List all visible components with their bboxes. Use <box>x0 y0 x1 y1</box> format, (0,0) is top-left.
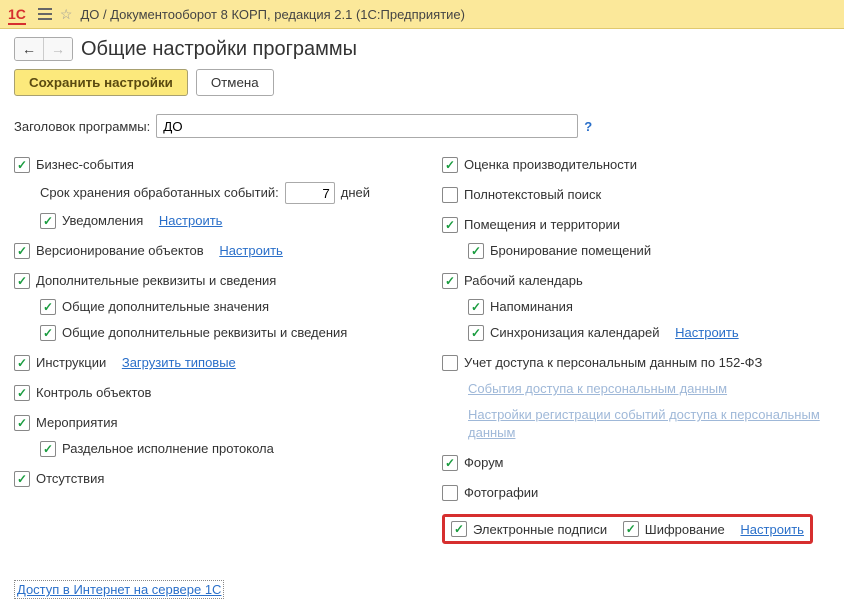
forum-label: Форум <box>464 454 504 472</box>
retention-label: Срок хранения обработанных событий: <box>40 184 279 202</box>
absence-checkbox[interactable] <box>14 471 30 487</box>
sync-checkbox[interactable] <box>468 325 484 341</box>
back-button[interactable]: ← <box>15 38 43 60</box>
save-button[interactable]: Сохранить настройки <box>14 69 188 96</box>
favorite-icon[interactable]: ☆ <box>60 6 73 23</box>
pd-events-link[interactable]: События доступа к персональным данным <box>468 380 727 398</box>
forward-button[interactable]: → <box>43 38 72 60</box>
performance-checkbox[interactable] <box>442 157 458 173</box>
pd-settings-link[interactable]: Настройки регистрации событий доступа к … <box>468 406 830 442</box>
pd-access-checkbox[interactable] <box>442 355 458 371</box>
events-checkbox[interactable] <box>14 415 30 431</box>
highlighted-section: Электронные подписи Шифрование Настроить <box>442 514 813 544</box>
split-protocol-checkbox[interactable] <box>40 441 56 457</box>
fulltext-checkbox[interactable] <box>442 187 458 203</box>
absence-label: Отсутствия <box>36 470 104 488</box>
booking-checkbox[interactable] <box>468 243 484 259</box>
calendar-label: Рабочий календарь <box>464 272 583 290</box>
object-control-checkbox[interactable] <box>14 385 30 401</box>
notifications-label: Уведомления <box>62 212 143 230</box>
additional-props-label: Дополнительные реквизиты и сведения <box>36 272 276 290</box>
retention-unit: дней <box>341 184 370 202</box>
booking-label: Бронирование помещений <box>490 242 651 260</box>
common-props-label: Общие дополнительные реквизиты и сведени… <box>62 324 347 342</box>
page-title: Общие настройки программы <box>81 38 357 61</box>
rooms-checkbox[interactable] <box>442 217 458 233</box>
versioning-label: Версионирование объектов <box>36 242 204 260</box>
window-title: ДО / Документооборот 8 КОРП, редакция 2.… <box>80 7 465 22</box>
load-typical-link[interactable]: Загрузить типовые <box>122 354 236 372</box>
program-title-input[interactable] <box>156 114 578 138</box>
encryption-checkbox[interactable] <box>623 521 639 537</box>
sync-label: Синхронизация календарей <box>490 324 660 342</box>
calendar-checkbox[interactable] <box>442 273 458 289</box>
help-icon[interactable]: ? <box>584 119 592 134</box>
object-control-label: Контроль объектов <box>36 384 151 402</box>
pd-access-label: Учет доступа к персональным данным по 15… <box>464 354 762 372</box>
esign-label: Электронные подписи <box>473 522 607 537</box>
notifications-configure-link[interactable]: Настроить <box>159 212 223 230</box>
common-values-label: Общие дополнительные значения <box>62 298 269 316</box>
additional-props-checkbox[interactable] <box>14 273 30 289</box>
split-protocol-label: Раздельное исполнение протокола <box>62 440 274 458</box>
esign-checkbox[interactable] <box>451 521 467 537</box>
retention-input[interactable] <box>285 182 335 204</box>
performance-label: Оценка производительности <box>464 156 637 174</box>
forum-checkbox[interactable] <box>442 455 458 471</box>
common-values-checkbox[interactable] <box>40 299 56 315</box>
photos-checkbox[interactable] <box>442 485 458 501</box>
esign-configure-link[interactable]: Настроить <box>740 522 804 537</box>
fulltext-label: Полнотекстовый поиск <box>464 186 601 204</box>
notifications-checkbox[interactable] <box>40 213 56 229</box>
menu-button[interactable] <box>38 8 52 20</box>
reminders-label: Напоминания <box>490 298 573 316</box>
instructions-checkbox[interactable] <box>14 355 30 371</box>
sync-configure-link[interactable]: Настроить <box>675 324 739 342</box>
business-events-checkbox[interactable] <box>14 157 30 173</box>
versioning-checkbox[interactable] <box>14 243 30 259</box>
versioning-configure-link[interactable]: Настроить <box>219 242 283 260</box>
app-logo: 1С <box>8 6 26 22</box>
nav-buttons: ← → <box>14 37 73 61</box>
internet-access-link[interactable]: Доступ в Интернет на сервере 1С <box>14 580 224 599</box>
common-props-checkbox[interactable] <box>40 325 56 341</box>
instructions-label: Инструкции <box>36 354 106 372</box>
rooms-label: Помещения и территории <box>464 216 620 234</box>
business-events-label: Бизнес-события <box>36 156 134 174</box>
cancel-button[interactable]: Отмена <box>196 69 274 96</box>
encryption-label: Шифрование <box>645 522 725 537</box>
reminders-checkbox[interactable] <box>468 299 484 315</box>
events-label: Мероприятия <box>36 414 118 432</box>
photos-label: Фотографии <box>464 484 538 502</box>
program-title-label: Заголовок программы: <box>14 119 150 134</box>
